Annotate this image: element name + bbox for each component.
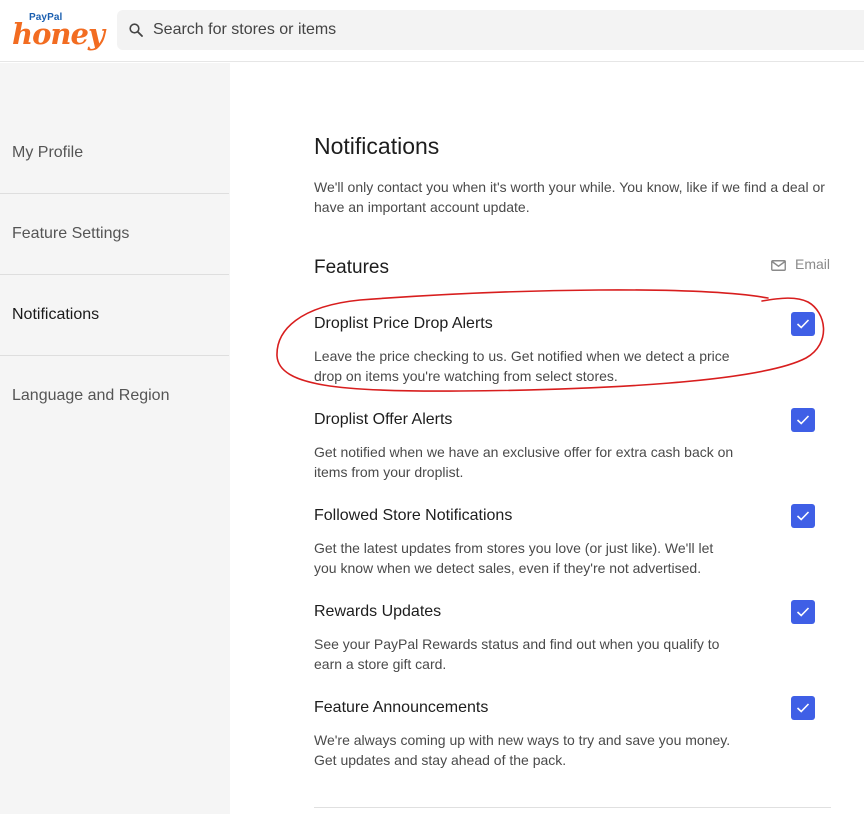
sidebar-item-notifications[interactable]: Notifications [0, 275, 229, 356]
feature-row: Droplist Price Drop Alerts Leave the pri… [314, 315, 834, 386]
checkmark-icon [796, 511, 810, 521]
search-bar[interactable]: Search for stores or items [117, 10, 864, 50]
checkmark-icon [796, 319, 810, 329]
honey-wordmark: honey [12, 17, 105, 51]
sidebar-item-label: Notifications [12, 306, 100, 323]
sidebar-item-feature-settings[interactable]: Feature Settings [0, 194, 229, 275]
feature-description: Get notified when we have an exclusive o… [314, 444, 734, 480]
feature-title: Feature Announcements [314, 699, 489, 716]
feature-title: Followed Store Notifications [314, 507, 513, 524]
sidebar-item-label: My Profile [12, 144, 84, 161]
feature-description: See your PayPal Rewards status and find … [314, 636, 720, 672]
email-checkbox-announcements[interactable] [791, 696, 815, 720]
feature-row: Followed Store Notifications Get the lat… [314, 507, 834, 578]
feature-title: Droplist Price Drop Alerts [314, 315, 493, 332]
mail-icon [771, 260, 786, 271]
email-column-label: Email [795, 256, 831, 272]
feature-row: Feature Announcements We're always comin… [314, 699, 834, 770]
page-intro: We'll only contact you when it's worth y… [314, 179, 825, 215]
email-checkbox-followed-store[interactable] [791, 504, 815, 528]
features-heading: Features [314, 257, 389, 278]
checkmark-icon [796, 703, 810, 713]
sidebar-item-language-region[interactable]: Language and Region [0, 356, 229, 437]
main-content: Notifications We'll only contact you whe… [230, 63, 864, 814]
feature-row: Droplist Offer Alerts Get notified when … [314, 411, 834, 482]
feature-title: Rewards Updates [314, 603, 442, 620]
honey-logo[interactable]: PayPal honey [12, 10, 105, 51]
feature-row: Rewards Updates See your PayPal Rewards … [314, 603, 834, 674]
sidebar: My Profile Feature Settings Notification… [0, 63, 230, 814]
search-placeholder: Search for stores or items [153, 21, 337, 38]
feature-description: We're always coming up with new ways to … [314, 732, 731, 768]
search-icon [129, 23, 143, 37]
feature-description: Leave the price checking to us. Get noti… [314, 348, 730, 384]
section-divider [314, 807, 831, 808]
email-checkbox-rewards[interactable] [791, 600, 815, 624]
feature-description: Get the latest updates from stores you l… [314, 540, 714, 576]
email-checkbox-offer-alerts[interactable] [791, 408, 815, 432]
feature-title: Droplist Offer Alerts [314, 411, 453, 428]
checkmark-icon [796, 607, 810, 617]
sidebar-item-label: Feature Settings [12, 225, 130, 242]
email-checkbox-price-drop[interactable] [791, 312, 815, 336]
top-bar: PayPal honey Search for stores or items [0, 0, 864, 62]
checkmark-icon [796, 415, 810, 425]
sidebar-item-label: Language and Region [12, 387, 170, 404]
page-title: Notifications [314, 133, 440, 159]
sidebar-item-my-profile[interactable]: My Profile [0, 113, 229, 194]
